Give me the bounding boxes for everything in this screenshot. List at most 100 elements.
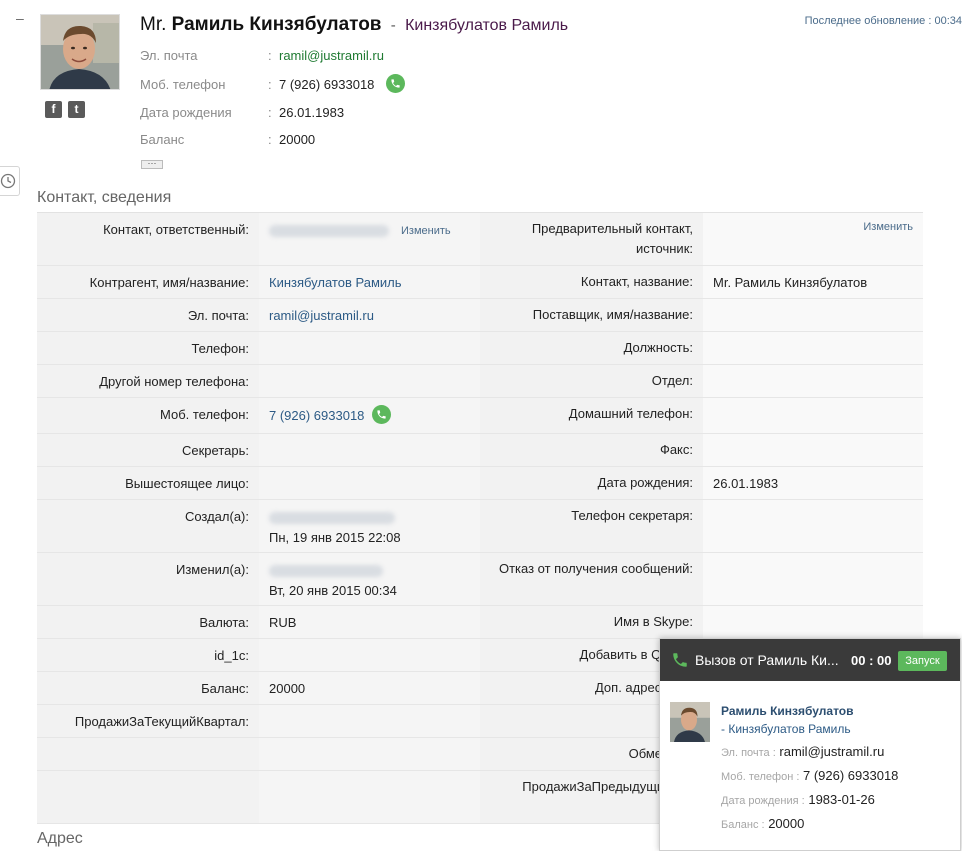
table-row: Контрагент, имя/название: Кинзябулатов Р… xyxy=(37,266,923,299)
field-value: Кинзябулатов Рамиль xyxy=(259,266,480,298)
caller-company-link[interactable]: - Кинзябулатов Рамиль xyxy=(721,722,851,736)
redacted-user xyxy=(269,511,395,524)
field-label: Моб. телефон : xyxy=(721,771,800,783)
field-label: Изменил(а): xyxy=(37,553,259,605)
title-separator: - xyxy=(390,17,396,34)
field-value: 7 (926) 6933018 xyxy=(803,768,899,783)
field-label: Моб. телефон xyxy=(140,76,226,92)
phone-icon xyxy=(673,653,687,667)
field-label: Моб. телефон: xyxy=(37,398,259,433)
account-link[interactable]: Кинзябулатов Рамиль xyxy=(269,275,402,290)
field-label: Создал(а): xyxy=(37,500,259,552)
history-tab[interactable] xyxy=(0,166,20,196)
launch-button[interactable]: Запуск xyxy=(898,651,947,671)
birthdate-value: 26.01.1983 xyxy=(279,105,345,120)
field-value xyxy=(259,434,480,466)
field-label: Секретарь: xyxy=(37,434,259,466)
edit-link[interactable]: Изменить xyxy=(401,225,451,237)
field-label: Эл. почта xyxy=(140,48,198,63)
call-phone-icon[interactable] xyxy=(372,405,392,424)
field-value: Изменить xyxy=(259,213,480,265)
field-label: Баланс xyxy=(140,132,185,147)
table-row: Телефон: Должность: xyxy=(37,332,923,365)
table-row: Контакт, ответственный: Изменить Предвар… xyxy=(37,213,923,266)
field-value xyxy=(703,500,923,552)
field-label: Валюта: xyxy=(37,606,259,638)
redacted-user xyxy=(269,224,389,237)
header-birthdate-field: Дата рождения:26.01.1983 xyxy=(140,105,344,120)
popup-balance-field: Баланс : 20000 xyxy=(721,816,804,831)
field-label: Контакт, ответственный: xyxy=(37,213,259,265)
field-value xyxy=(259,705,480,737)
field-value xyxy=(259,332,480,364)
email-link[interactable]: ramil@justramil.ru xyxy=(269,308,374,323)
call-timer: 00 : 00 xyxy=(851,653,892,668)
field-label: ПродажиЗаТекущийКвартал: xyxy=(37,705,259,737)
call-popup-header: Вызов от Рамиль Ки... 00 : 00 Запуск xyxy=(660,639,960,681)
salutation: Mr. xyxy=(140,14,167,35)
field-value xyxy=(703,553,923,605)
edit-link[interactable]: Изменить xyxy=(863,221,913,233)
field-label xyxy=(37,771,259,823)
field-label: Контрагент, имя/название: xyxy=(37,266,259,298)
table-row: Эл. почта: ramil@justramil.ru Поставщик,… xyxy=(37,299,923,332)
field-value: 7 (926) 6933018 xyxy=(259,398,480,433)
table-row: Валюта: RUB Имя в Skype: xyxy=(37,606,923,639)
twitter-icon[interactable]: t xyxy=(68,101,85,118)
field-label: Домашний телефон: xyxy=(480,398,703,433)
call-phone-icon[interactable] xyxy=(386,74,406,93)
field-value: Пн, 19 янв 2015 22:08 xyxy=(259,500,480,552)
contact-name: Рамиль Кинзябулатов xyxy=(171,14,382,35)
field-value: 20000 xyxy=(768,816,805,831)
contact-header: f t Mr. Рамиль Кинзябулатов - Кинзябулат… xyxy=(40,14,962,174)
field-value: ramil@justramil.ru xyxy=(779,744,885,759)
field-label: Дата рождения : xyxy=(721,795,805,807)
table-row: Другой номер телефона: Отдел: xyxy=(37,365,923,398)
email-link[interactable]: ramil@justramil.ru xyxy=(279,48,384,63)
field-label: Имя в Skype: xyxy=(480,606,703,638)
field-label: Телефон секретаря: xyxy=(480,500,703,552)
field-value: 26.01.1983 xyxy=(703,467,923,499)
section-title-contact: Контакт, сведения xyxy=(37,189,172,206)
field-value xyxy=(259,365,480,397)
field-label: Баланс: xyxy=(37,672,259,704)
field-value: Изменить xyxy=(703,213,923,265)
header-mobile-field: Моб. телефон:7 (926) 6933018 xyxy=(140,74,406,95)
field-label: Предварительный контакт, источник: xyxy=(480,213,703,265)
field-label: Другой номер телефона: xyxy=(37,365,259,397)
field-label: Отказ от получения сообщений: xyxy=(480,553,703,605)
field-value xyxy=(703,606,923,638)
contact-title: Mr. Рамиль Кинзябулатов - Кинзябулатов Р… xyxy=(140,14,568,36)
mobile-link[interactable]: 7 (926) 6933018 xyxy=(269,408,364,423)
field-label: Эл. почта : xyxy=(721,747,776,759)
field-label: Телефон: xyxy=(37,332,259,364)
field-label: Должность: xyxy=(480,332,703,364)
field-colon: : xyxy=(268,76,272,92)
field-value xyxy=(259,639,480,671)
created-date: Пн, 19 янв 2015 22:08 xyxy=(269,530,401,545)
account-link[interactable]: Кинзябулатов Рамиль xyxy=(405,17,568,34)
field-value xyxy=(259,771,480,823)
field-value xyxy=(703,398,923,433)
contact-avatar xyxy=(40,14,120,90)
field-value xyxy=(703,299,923,331)
field-value xyxy=(703,332,923,364)
last-update-label: Последнее обновление xyxy=(804,15,926,27)
field-label: Факс: xyxy=(480,434,703,466)
last-update: Последнее обновление : 00:34 xyxy=(805,15,962,27)
field-value: 1983-01-26 xyxy=(808,792,875,807)
facebook-icon[interactable]: f xyxy=(45,101,62,118)
popup-mobile-field: Моб. телефон : 7 (926) 6933018 xyxy=(721,768,898,783)
more-fields-button[interactable]: ··· xyxy=(141,159,163,169)
popup-email-field: Эл. почта : ramil@justramil.ru xyxy=(721,744,884,759)
field-label xyxy=(37,738,259,770)
collapse-button[interactable]: – xyxy=(16,11,26,25)
field-value: Вт, 20 янв 2015 00:34 xyxy=(259,553,480,605)
redacted-user xyxy=(269,564,383,577)
field-label: Баланс : xyxy=(721,819,765,831)
table-row: Вышестоящее лицо: Дата рождения: 26.01.1… xyxy=(37,467,923,500)
popup-birthdate-field: Дата рождения : 1983-01-26 xyxy=(721,792,875,807)
caller-name-link[interactable]: Рамиль Кинзябулатов xyxy=(721,704,854,718)
last-update-value: : 00:34 xyxy=(928,15,962,27)
field-value xyxy=(259,467,480,499)
